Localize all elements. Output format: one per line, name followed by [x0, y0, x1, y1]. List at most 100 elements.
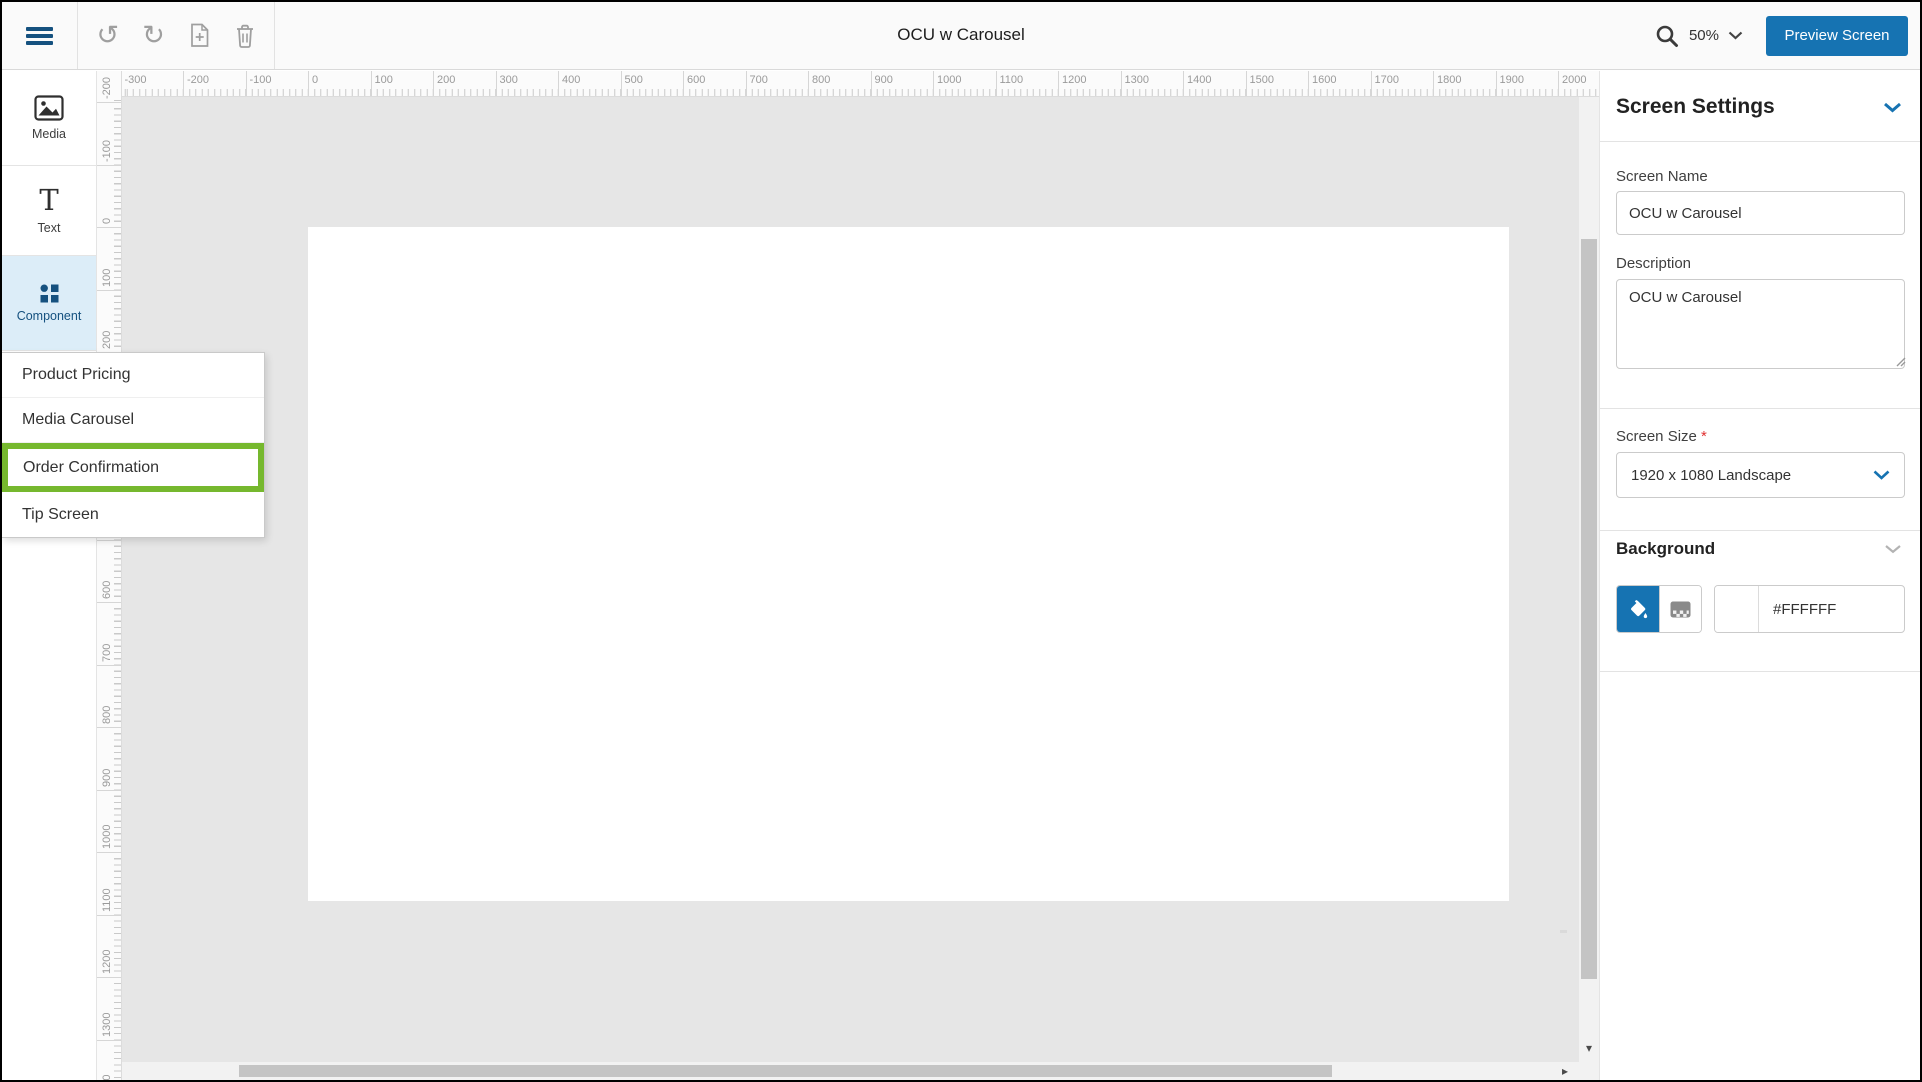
horizontal-scrollbar-thumb[interactable]	[239, 1065, 1332, 1077]
solid-fill-button[interactable]	[1617, 586, 1659, 632]
v-ruler-label: -100	[101, 139, 113, 161]
h-ruler-label: 200	[437, 74, 455, 86]
h-ruler-tick	[433, 71, 434, 96]
redo-icon: ↻	[142, 22, 165, 49]
undo-button[interactable]: ↺	[91, 16, 125, 56]
zoom-level-value[interactable]: 50%	[1689, 27, 1719, 44]
v-ruler-tick	[97, 540, 121, 541]
hamburger-menu-button[interactable]	[2, 2, 78, 69]
h-ruler-tick	[246, 71, 247, 96]
chevron-down-icon	[1883, 102, 1902, 113]
divider	[1600, 408, 1920, 409]
v-ruler-tick	[97, 227, 121, 228]
h-ruler-tick	[1433, 71, 1434, 96]
h-ruler-label: 1300	[1125, 74, 1149, 86]
screen-size-select[interactable]: 1920 x 1080 Landscape	[1616, 452, 1905, 498]
checkerboard-icon	[1670, 601, 1691, 618]
v-ruler-tick	[97, 852, 121, 853]
delete-button[interactable]	[228, 16, 262, 56]
v-ruler-tick	[97, 727, 121, 728]
component-flyout-menu: Product Pricing Media Carousel Order Con…	[2, 352, 265, 538]
sidebar-item-label: Text	[38, 221, 61, 235]
zoom-search-icon[interactable]	[1654, 23, 1680, 49]
vertical-scrollbar-thumb[interactable]	[1581, 239, 1597, 979]
zoom-chevron-down-icon[interactable]	[1728, 31, 1743, 40]
h-ruler-label: 1900	[1500, 74, 1524, 86]
h-ruler-tick	[996, 71, 997, 96]
h-ruler-label: 1400	[1187, 74, 1211, 86]
sidebar-item-media[interactable]: Media	[2, 71, 96, 166]
screen-size-label: Screen Size *	[1616, 428, 1707, 445]
h-ruler-label: 0	[312, 74, 318, 86]
h-ruler-tick	[1246, 71, 1247, 96]
h-ruler-tick	[1058, 71, 1059, 96]
sidebar-item-component[interactable]: Component	[2, 256, 96, 351]
h-ruler-label: 1600	[1312, 74, 1336, 86]
h-ruler-tick	[1183, 71, 1184, 96]
v-ruler-tick	[97, 102, 121, 103]
v-ruler-tick	[97, 602, 121, 603]
background-collapse-button[interactable]	[1884, 544, 1902, 554]
v-ruler-label: 900	[101, 768, 113, 786]
menu-item-media-carousel[interactable]: Media Carousel	[2, 398, 264, 443]
v-ruler-label: 1300	[101, 1012, 113, 1036]
background-color-field[interactable]: #FFFFFF	[1714, 585, 1905, 633]
top-toolbar: ↺ ↻ OCU w Carousel	[2, 2, 1920, 70]
select-chevron-down-icon	[1873, 470, 1890, 480]
h-ruler-tick	[1121, 71, 1122, 96]
menu-item-tip-screen[interactable]: Tip Screen	[2, 492, 264, 537]
required-asterisk: *	[1701, 428, 1707, 445]
screen-name-input[interactable]	[1616, 191, 1905, 235]
screen-settings-panel: Screen Settings Screen Name Description …	[1599, 71, 1920, 1080]
screen-name-label: Screen Name	[1616, 168, 1708, 185]
h-ruler-label: -300	[125, 74, 147, 86]
text-icon: T	[39, 186, 58, 215]
redo-button[interactable]: ↻	[137, 16, 171, 56]
paint-bucket-icon	[1626, 598, 1649, 621]
screen-canvas[interactable]	[308, 227, 1509, 901]
new-page-button[interactable]	[182, 16, 216, 56]
h-ruler-label: 300	[500, 74, 518, 86]
v-ruler-tick	[97, 665, 121, 666]
screen-settings-collapse-button[interactable]	[1883, 102, 1902, 113]
h-ruler-tick	[1308, 71, 1309, 96]
h-ruler-label: 900	[875, 74, 893, 86]
h-ruler-label: 1500	[1250, 74, 1274, 86]
horizontal-scrollbar[interactable]: ▸	[122, 1062, 1579, 1080]
media-icon	[34, 95, 64, 121]
sidebar-item-text[interactable]: T Text	[2, 166, 96, 256]
h-ruler-tick	[1558, 71, 1559, 96]
h-ruler-label: 2000	[1562, 74, 1586, 86]
v-ruler-label: 1200	[101, 950, 113, 974]
transparent-fill-button[interactable]	[1659, 586, 1701, 632]
background-color-value[interactable]: #FFFFFF	[1759, 586, 1904, 632]
v-ruler-tick	[97, 165, 121, 166]
v-ruler-label: 1400	[101, 1075, 113, 1080]
screen-designer-app: ↺ ↻ OCU w Carousel	[0, 0, 1922, 1082]
h-ruler-tick	[1371, 71, 1372, 96]
h-ruler-label: 1800	[1437, 74, 1461, 86]
v-ruler-label: -200	[101, 77, 113, 99]
v-ruler-tick	[97, 290, 121, 291]
menu-item-product-pricing[interactable]: Product Pricing	[2, 353, 264, 398]
h-ruler-label: -200	[187, 74, 209, 86]
menu-item-order-confirmation-highlighted[interactable]: Order Confirmation	[2, 443, 264, 492]
v-ruler-tick	[97, 790, 121, 791]
v-ruler-label: 1000	[101, 825, 113, 849]
h-ruler-tick	[496, 71, 497, 96]
scroll-right-arrow-icon[interactable]: ▸	[1555, 1062, 1575, 1080]
component-sidebar: Media T Text Component	[2, 71, 97, 1080]
v-ruler-label: 800	[101, 706, 113, 724]
background-fill-type-buttons	[1616, 585, 1702, 633]
scroll-down-arrow-icon[interactable]: ▾	[1579, 1038, 1599, 1058]
undo-icon: ↺	[96, 22, 119, 49]
color-swatch[interactable]	[1715, 586, 1759, 632]
vertical-scrollbar[interactable]: ▾	[1579, 97, 1599, 1080]
h-ruler-label: 1700	[1375, 74, 1399, 86]
v-ruler-label: 100	[101, 268, 113, 286]
trash-icon	[234, 23, 256, 49]
sidebar-item-label: Component	[17, 309, 82, 323]
h-ruler-label: 400	[562, 74, 580, 86]
description-textarea[interactable]: OCU w Carousel	[1616, 279, 1905, 369]
preview-screen-button[interactable]: Preview Screen	[1766, 16, 1908, 56]
